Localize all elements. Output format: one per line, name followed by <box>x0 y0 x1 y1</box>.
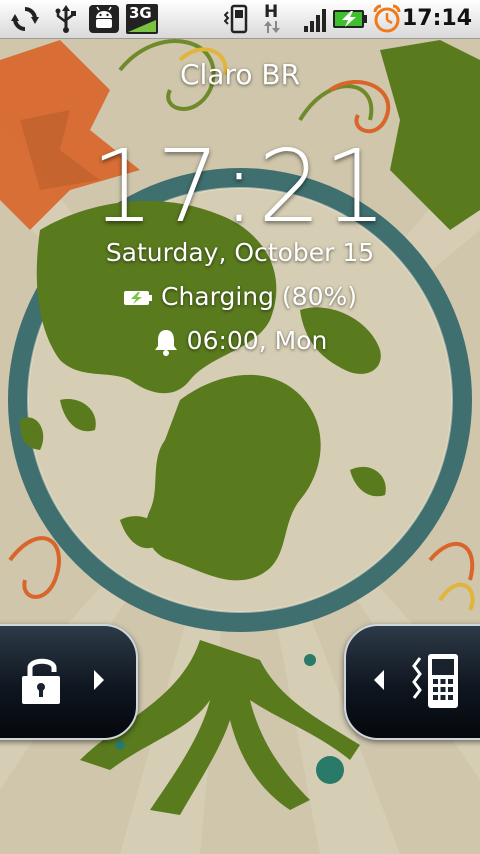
charging-status: Charging (80%) <box>0 282 480 311</box>
carrier-name: Claro BR <box>179 58 301 91</box>
usb-icon <box>55 5 76 33</box>
arrow-right-icon <box>94 670 104 690</box>
alarm-text: 06:00, Mon <box>186 326 328 355</box>
alarm-clock-icon <box>373 4 401 33</box>
unlock-icon <box>22 658 60 704</box>
lockscreen-clock: 17:21 <box>90 128 390 245</box>
3g-icon: 3G <box>126 4 158 34</box>
status-bar-time: 17:14 <box>401 6 472 31</box>
sound-toggle-tab[interactable] <box>344 624 480 740</box>
lockscreen-date: Saturday, October 15 <box>105 238 375 267</box>
hspa-data-icon: H <box>262 2 282 34</box>
battery-charging-small-icon <box>123 291 152 305</box>
vibrate-icon <box>224 4 248 34</box>
alarm-bell-icon <box>154 330 177 356</box>
android-debug-icon <box>89 5 119 33</box>
next-alarm: 06:00, Mon <box>0 326 480 356</box>
battery-charging-icon <box>333 10 367 28</box>
vibrate-phone-icon <box>412 654 458 708</box>
arrow-left-icon <box>374 670 384 690</box>
data-indicator-label: H <box>264 2 279 22</box>
status-bar: 3G H 17:14 <box>0 0 480 39</box>
charging-text: Charging (80%) <box>160 282 357 311</box>
unlock-tab[interactable] <box>0 624 138 740</box>
signal-icon <box>304 9 326 32</box>
sync-icon <box>11 7 39 31</box>
